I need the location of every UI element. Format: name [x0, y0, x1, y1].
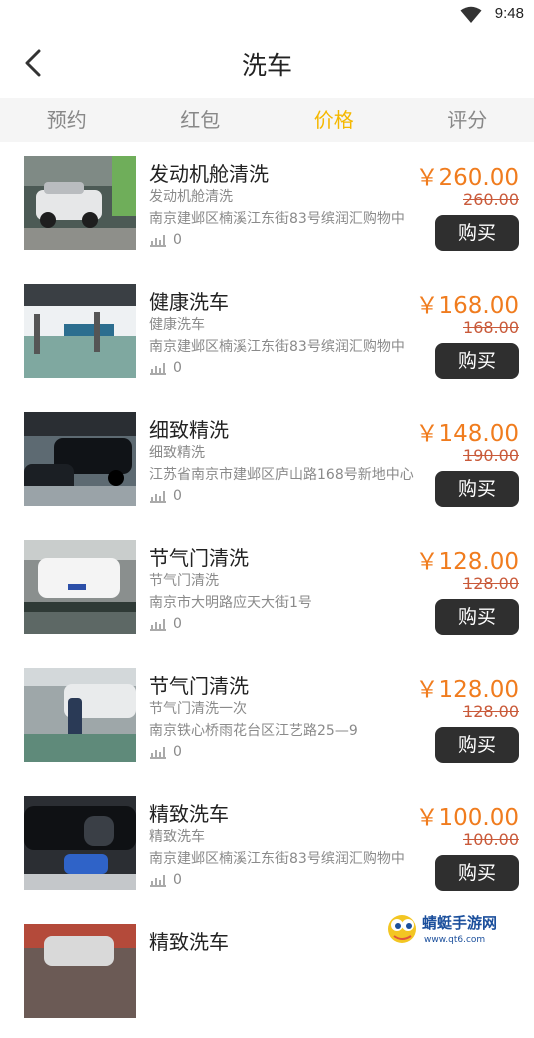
service-name: 发动机舱清洗 — [149, 158, 269, 187]
service-name: 节气门清洗 — [149, 670, 249, 699]
sales-count-value: 0 — [173, 488, 182, 504]
sales-count-value: 0 — [173, 232, 182, 248]
service-subtitle: 节气门清洗 — [149, 570, 219, 590]
service-subtitle: 节气门清洗一次 — [149, 698, 247, 718]
original-price: 100.00 — [463, 830, 519, 849]
sales-chart-icon — [149, 489, 167, 503]
watermark-logo: 蜻蜓手游网 www.qt6.com — [384, 909, 526, 947]
current-price: ￥128.00 — [416, 670, 519, 704]
service-address: 南京建邺区楠溪江东街83号缤润汇购物中 — [149, 848, 405, 868]
sales-count: 0 — [149, 616, 182, 632]
sales-chart-icon — [149, 745, 167, 759]
buy-button[interactable]: 购买 — [435, 471, 519, 507]
service-photo — [24, 796, 136, 890]
list-item[interactable]: 健康洗车 健康洗车 南京建邺区楠溪江东街83号缤润汇购物中 0 ￥168.00 … — [0, 270, 534, 398]
original-price: 190.00 — [463, 446, 519, 465]
list-item[interactable]: 发动机舱清洗 发动机舱清洗 南京建邺区楠溪江东街83号缤润汇购物中 0 ￥260… — [0, 142, 534, 270]
original-price: 260.00 — [463, 190, 519, 209]
service-address: 南京建邺区楠溪江东街83号缤润汇购物中 — [149, 336, 405, 356]
list-item[interactable]: 细致精洗 细致精洗 江苏省南京市建邺区庐山路168号新地中心 0 ￥148.00… — [0, 398, 534, 526]
sales-count: 0 — [149, 360, 182, 376]
status-time: 9:48 — [495, 5, 524, 22]
list-item[interactable]: 精致洗车 精致洗车 南京建邺区楠溪江东街83号缤润汇购物中 0 ￥100.00 … — [0, 782, 534, 910]
service-address: 南京建邺区楠溪江东街83号缤润汇购物中 — [149, 208, 405, 228]
tab-price[interactable]: 价格 — [267, 98, 401, 142]
sales-chart-icon — [149, 361, 167, 375]
sales-count-value: 0 — [173, 360, 182, 376]
original-price: 128.00 — [463, 702, 519, 721]
service-photo — [24, 668, 136, 762]
current-price: ￥148.00 — [416, 414, 519, 448]
service-subtitle: 健康洗车 — [149, 314, 205, 334]
buy-button[interactable]: 购买 — [435, 599, 519, 635]
buy-button[interactable]: 购买 — [435, 727, 519, 763]
service-name: 精致洗车 — [149, 798, 229, 827]
service-address: 南京铁心桥雨花台区江艺路25—9 — [149, 720, 358, 740]
service-name: 细致精洗 — [149, 414, 229, 443]
current-price: ￥128.00 — [416, 542, 519, 576]
list-item[interactable]: 节气门清洗 节气门清洗一次 南京铁心桥雨花台区江艺路25—9 0 ￥128.00… — [0, 654, 534, 782]
wifi-icon — [460, 6, 482, 28]
sales-count: 0 — [149, 488, 182, 504]
buy-button[interactable]: 购买 — [435, 343, 519, 379]
status-bar: 9:48 — [0, 0, 534, 30]
sales-chart-icon — [149, 233, 167, 247]
service-name: 节气门清洗 — [149, 542, 249, 571]
sales-chart-icon — [149, 617, 167, 631]
watermark-text: 蜻蜓手游网 — [422, 914, 497, 932]
current-price: ￥260.00 — [416, 158, 519, 192]
service-list: 发动机舱清洗 发动机舱清洗 南京建邺区楠溪江东街83号缤润汇购物中 0 ￥260… — [0, 142, 534, 1038]
watermark-url: www.qt6.com — [424, 935, 485, 945]
service-subtitle: 精致洗车 — [149, 826, 205, 846]
service-address: 南京市大明路应天大街1号 — [149, 592, 312, 612]
buy-button[interactable]: 购买 — [435, 855, 519, 891]
service-photo — [24, 412, 136, 506]
page-title: 洗车 — [0, 46, 534, 82]
tab-red-packet[interactable]: 红包 — [134, 98, 268, 142]
list-item[interactable]: 节气门清洗 节气门清洗 南京市大明路应天大街1号 0 ￥128.00 128.0… — [0, 526, 534, 654]
service-photo — [24, 540, 136, 634]
sales-count-value: 0 — [173, 616, 182, 632]
sales-count: 0 — [149, 232, 182, 248]
service-subtitle: 细致精洗 — [149, 442, 205, 462]
sales-count-value: 0 — [173, 872, 182, 888]
tab-rating[interactable]: 评分 — [401, 98, 534, 142]
service-name: 健康洗车 — [149, 286, 229, 315]
service-name: 精致洗车 — [149, 926, 229, 955]
tab-booking[interactable]: 预约 — [0, 98, 134, 142]
original-price: 168.00 — [463, 318, 519, 337]
service-photo — [24, 284, 136, 378]
sales-count-value: 0 — [173, 744, 182, 760]
service-address: 江苏省南京市建邺区庐山路168号新地中心 — [149, 464, 414, 484]
current-price: ￥100.00 — [416, 798, 519, 832]
sales-chart-icon — [149, 873, 167, 887]
sales-count: 0 — [149, 872, 182, 888]
sales-count: 0 — [149, 744, 182, 760]
nav-bar: 洗车 — [0, 30, 534, 98]
tab-bar: 预约 红包 价格 评分 — [0, 98, 534, 142]
original-price: 128.00 — [463, 574, 519, 593]
current-price: ￥168.00 — [416, 286, 519, 320]
buy-button[interactable]: 购买 — [435, 215, 519, 251]
service-photo — [24, 924, 136, 1018]
service-photo — [24, 156, 136, 250]
service-subtitle: 发动机舱清洗 — [149, 186, 233, 206]
